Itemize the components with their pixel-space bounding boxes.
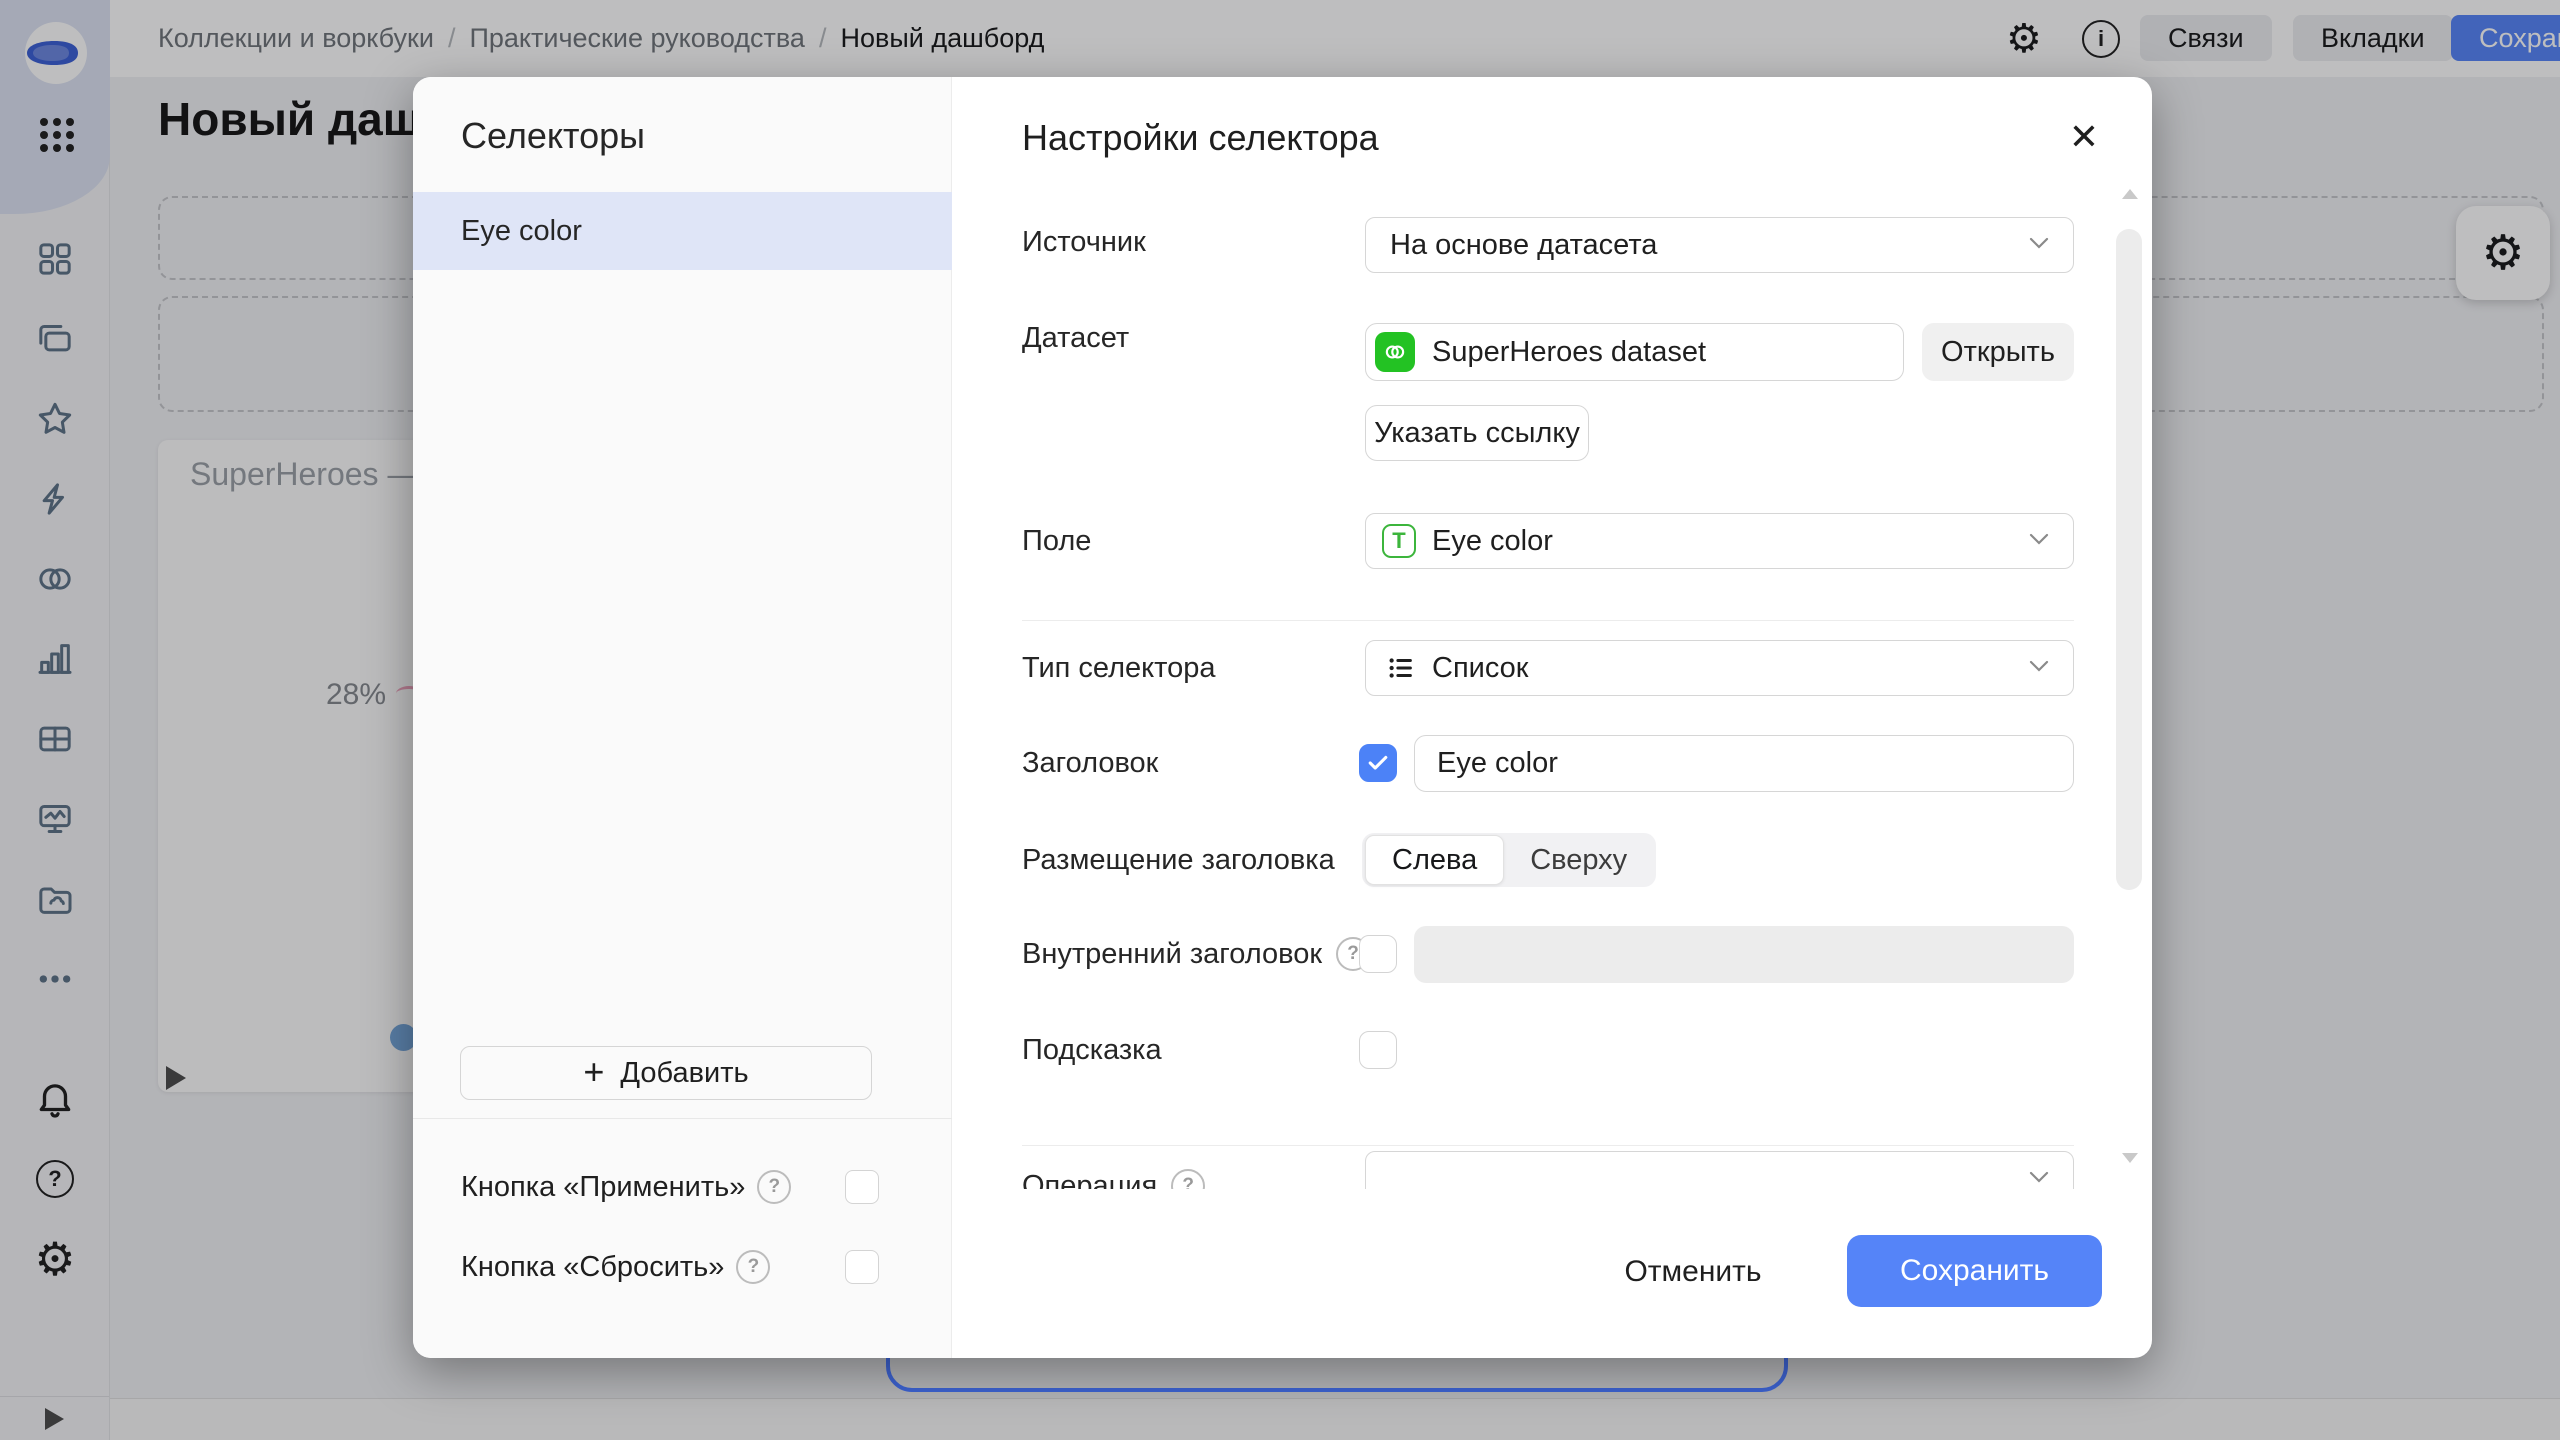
selector-type-label: Тип селектора <box>1022 651 1216 684</box>
close-icon[interactable]: ✕ <box>2058 111 2110 163</box>
add-selector-button[interactable]: + Добавить <box>460 1046 872 1100</box>
reset-help-icon[interactable]: ? <box>736 1250 771 1284</box>
apply-button-row: Кнопка «Применить» ? <box>461 1165 792 1209</box>
operation-row: Операция ? <box>1022 1169 1206 1190</box>
selector-item-label: Eye color <box>461 214 582 247</box>
scroll-down-arrow[interactable] <box>2122 1153 2138 1163</box>
title-placement-label: Размещение заголовка <box>1022 843 1335 876</box>
dataset-name: SuperHeroes dataset <box>1432 335 1707 368</box>
chevron-down-icon <box>2029 236 2049 254</box>
dataset-picker[interactable]: SuperHeroes dataset <box>1365 323 1904 381</box>
inner-title-input <box>1414 926 2074 983</box>
placement-option-left[interactable]: Слева <box>1365 835 1505 885</box>
reset-button-row: Кнопка «Сбросить» ? <box>461 1245 771 1289</box>
dataset-icon <box>1375 332 1415 372</box>
add-selector-label: Добавить <box>620 1056 749 1089</box>
field-select[interactable]: T Eye color <box>1365 513 2074 569</box>
selector-type-value: Список <box>1432 651 1529 684</box>
title-placement-segmented: Слева Сверху <box>1362 833 1657 887</box>
placement-option-top[interactable]: Сверху <box>1504 836 1653 884</box>
field-label: Поле <box>1022 524 1092 557</box>
settings-title: Настройки селектора <box>1022 117 1379 158</box>
reset-button-checkbox[interactable] <box>845 1250 879 1284</box>
section-divider <box>1022 620 2074 621</box>
screen: Коллекции и воркбуки / Практические руко… <box>0 0 2560 1440</box>
apply-button-row-label: Кнопка «Применить» <box>461 1170 746 1203</box>
selector-type-select[interactable]: Список <box>1365 640 2074 696</box>
selectors-list-panel: Селекторы Eye color + Добавить Кнопка «П… <box>413 77 952 1358</box>
string-field-type-icon: T <box>1382 524 1416 558</box>
list-icon <box>1386 653 1416 683</box>
operation-row-clipped: Операция ? <box>952 1151 2112 1189</box>
field-value: Eye color <box>1432 524 1553 557</box>
title-checkbox[interactable] <box>1359 744 1397 782</box>
inner-title-label: Внутренний заголовок <box>1022 937 1323 970</box>
source-value: На основе датасета <box>1390 228 1658 261</box>
operation-select[interactable] <box>1365 1151 2074 1189</box>
scroll-up-arrow[interactable] <box>2122 189 2138 199</box>
title-input-value: Eye color <box>1437 747 1558 779</box>
cancel-button[interactable]: Отменить <box>1624 1237 1761 1307</box>
selector-settings-dialog: Селекторы Eye color + Добавить Кнопка «П… <box>413 77 2152 1358</box>
apply-help-icon[interactable]: ? <box>757 1170 792 1204</box>
chevron-down-icon <box>2029 1170 2049 1188</box>
check-icon <box>1368 755 1388 770</box>
specify-link-button[interactable]: Указать ссылку <box>1365 405 1589 461</box>
save-selector-button[interactable]: Сохранить <box>1847 1235 2102 1307</box>
operation-label: Операция <box>1022 1169 1158 1190</box>
operation-help-icon[interactable]: ? <box>1171 1169 1206 1189</box>
selector-list-item-eye-color[interactable]: Eye color <box>413 192 952 270</box>
dataset-label: Датасет <box>1022 321 1130 354</box>
panel-divider <box>413 1118 952 1119</box>
hint-label: Подсказка <box>1022 1033 1162 1066</box>
apply-button-checkbox[interactable] <box>845 1170 879 1204</box>
selectors-panel-title: Селекторы <box>461 115 646 156</box>
chevron-down-icon <box>2029 532 2049 550</box>
reset-button-row-label: Кнопка «Сбросить» <box>461 1250 725 1283</box>
section-divider <box>1022 1145 2074 1146</box>
title-input[interactable]: Eye color <box>1414 735 2074 792</box>
inner-title-row: Внутренний заголовок ? <box>1022 937 1371 971</box>
title-label: Заголовок <box>1022 746 1159 779</box>
open-dataset-button[interactable]: Открыть <box>1922 323 2074 381</box>
plus-icon: + <box>583 1050 605 1092</box>
selector-settings-panel: Настройки селектора ✕ Источник На основе… <box>952 77 2152 1358</box>
hint-checkbox[interactable] <box>1359 1031 1397 1069</box>
chevron-down-icon <box>2029 659 2049 677</box>
inner-title-checkbox[interactable] <box>1359 935 1397 973</box>
source-select[interactable]: На основе датасета <box>1365 217 2074 273</box>
source-label: Источник <box>1022 225 1146 258</box>
scrollbar-thumb[interactable] <box>2116 229 2142 890</box>
